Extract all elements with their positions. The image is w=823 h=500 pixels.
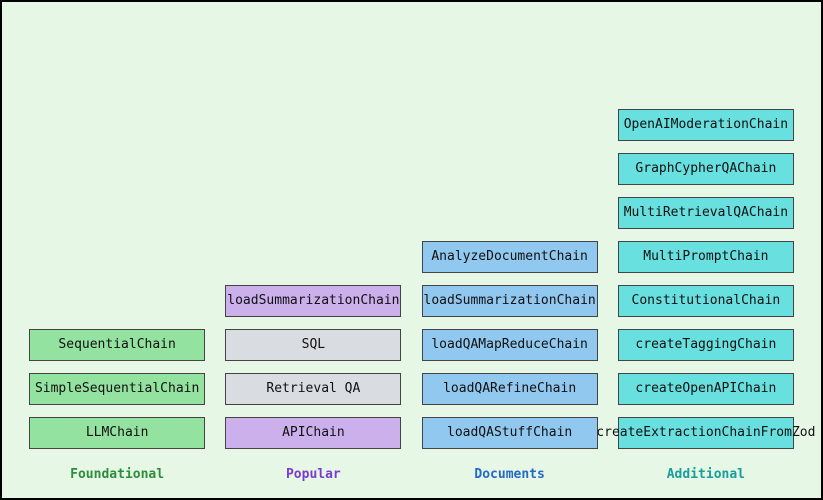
chain-box: SimpleSequentialChain bbox=[29, 373, 205, 405]
chain-box: loadSummarizationChain bbox=[422, 285, 598, 317]
chain-box: createExtractionChainFromZod bbox=[618, 417, 794, 449]
column-label-documents: Documents bbox=[474, 467, 544, 482]
column-additional: OpenAIModerationChain GraphCypherQAChain M… bbox=[613, 109, 799, 484]
chain-box: loadQARefineChain bbox=[422, 373, 598, 405]
column-foundational: SequentialChain SimpleSequentialChain LLMC… bbox=[24, 329, 210, 484]
column-label-additional: Additional bbox=[667, 467, 745, 482]
chain-box: createOpenAPIChain bbox=[618, 373, 794, 405]
chain-box: SequentialChain bbox=[29, 329, 205, 361]
chain-box: Retrieval QA bbox=[225, 373, 401, 405]
chain-box: AnalyzeDocumentChain bbox=[422, 241, 598, 273]
column-documents: AnalyzeDocumentChain loadSummarizationCha… bbox=[417, 241, 603, 484]
chain-box: LLMChain bbox=[29, 417, 205, 449]
chain-box: loadQAStuffChain bbox=[422, 417, 598, 449]
columns-container: SequentialChain SimpleSequentialChain LLMC… bbox=[24, 20, 799, 484]
chain-box: createTaggingChain bbox=[618, 329, 794, 361]
column-label-foundational: Foundational bbox=[70, 467, 164, 482]
chain-box: OpenAIModerationChain bbox=[618, 109, 794, 141]
chain-box: MultiRetrievalQAChain bbox=[618, 197, 794, 229]
chain-box: SQL bbox=[225, 329, 401, 361]
diagram-frame: SequentialChain SimpleSequentialChain LLMC… bbox=[0, 0, 823, 500]
chain-box: ConstitutionalChain bbox=[618, 285, 794, 317]
chain-box: GraphCypherQAChain bbox=[618, 153, 794, 185]
chain-box: loadSummarizationChain bbox=[225, 285, 401, 317]
chain-box: APIChain bbox=[225, 417, 401, 449]
column-popular: loadSummarizationChain SQL Retrieval QA API… bbox=[220, 285, 406, 484]
chain-box: loadQAMapReduceChain bbox=[422, 329, 598, 361]
column-label-popular: Popular bbox=[286, 467, 341, 482]
chain-box: MultiPromptChain bbox=[618, 241, 794, 273]
